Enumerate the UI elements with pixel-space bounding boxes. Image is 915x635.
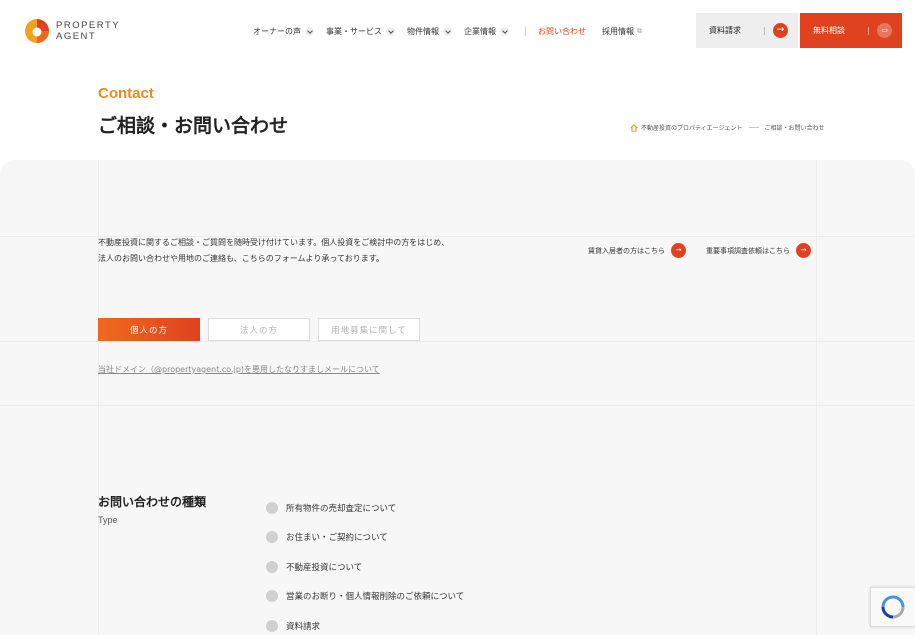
grid-line <box>0 341 915 342</box>
inquirer-tabs: 個人の方 法人の方 用地募集に関して <box>98 318 428 341</box>
inquiry-type-options: 所有物件の売却査定について お住まい・ご契約について 不動産投資について 営業の… <box>266 493 464 635</box>
option-label: 資料請求 <box>286 621 321 632</box>
tab-corporate[interactable]: 法人の方 <box>208 318 310 341</box>
phishing-notice-link[interactable]: 当社ドメイン（@propertyagent.co.jp)を悪用したなりすましメー… <box>98 364 380 375</box>
button-divider <box>764 27 765 35</box>
nav-label: 事業・サービス <box>326 26 382 36</box>
option-label: お住まい・ご契約について <box>286 533 388 544</box>
option-label: 不動産投資について <box>286 562 363 573</box>
grid-line <box>816 160 817 635</box>
chevron-down-icon <box>443 26 452 36</box>
chevron-down-icon <box>305 26 314 36</box>
breadcrumb: 不動産投資のプロパティエージェント ご相談・お問い合わせ <box>630 123 825 132</box>
inquiry-option-decline-sales[interactable]: 営業のお断り・個人情報削除のご依頼について <box>266 582 464 612</box>
radio-button[interactable] <box>266 560 278 573</box>
nav-label: 採用情報 <box>602 26 634 36</box>
nav-label: 物件情報 <box>407 26 439 36</box>
nav-label: オーナーの声 <box>253 26 301 36</box>
home-icon <box>630 123 638 132</box>
logo-text: PROPERTY AGENT <box>56 20 120 42</box>
option-label: 営業のお断り・個人情報削除のご依頼について <box>286 592 465 603</box>
external-link-icon: ⧉ <box>637 26 642 35</box>
side-link-label: 重要事項調査依頼はこちら <box>706 246 790 255</box>
tenant-link[interactable]: 賃貸入居者の方はこちら → <box>588 243 686 258</box>
global-nav: オーナーの声 事業・サービス 物件情報 企業情報 お問い合わせ 採用情報 ⧉ <box>253 0 642 62</box>
breadcrumb-home-link[interactable]: 不動産投資のプロパティエージェント <box>641 123 743 132</box>
recaptcha-badge[interactable] <box>870 587 915 627</box>
inquiry-option-investment[interactable]: 不動産投資について <box>266 552 464 582</box>
chat-bubble-icon: ▭ <box>877 23 892 38</box>
page-eyebrow: Contact <box>98 85 154 102</box>
site-header: PROPERTY AGENT オーナーの声 事業・サービス 物件情報 企業情報 … <box>0 0 915 62</box>
nav-business-services[interactable]: 事業・サービス <box>326 26 395 37</box>
breadcrumb-separator <box>748 127 759 128</box>
grid-line <box>98 160 99 635</box>
logo-mark-icon <box>25 19 49 43</box>
page-title: ご相談・お問い合わせ <box>98 115 289 137</box>
inquiry-option-sale-appraisal[interactable]: 所有物件の売却査定について <box>266 493 464 523</box>
recaptcha-icon <box>881 595 905 619</box>
free-consultation-button[interactable]: 無料相談 ▭ <box>800 13 902 48</box>
breadcrumb-current: ご相談・お問い合わせ <box>764 125 825 132</box>
inquiry-option-residence-contract[interactable]: お住まい・ご契約について <box>266 523 464 553</box>
radio-button[interactable] <box>266 531 278 544</box>
grid-line <box>0 405 915 406</box>
logo-line-2: AGENT <box>56 31 97 42</box>
intro-line-2: 法人のお問い合わせや用地のご連絡も、こちらのフォームより承っております。 <box>98 254 384 263</box>
inquiry-type-title: お問い合わせの種類 <box>98 495 207 509</box>
intro-line-1: 不動産投資に関するご相談・ご質問を随時受け付けています。個人投資をご検討中の方を… <box>98 238 450 247</box>
nav-properties[interactable]: 物件情報 <box>407 26 452 37</box>
request-documents-button[interactable]: 資料請求 → <box>696 13 798 48</box>
button-label: 無料相談 <box>813 26 845 35</box>
company-logo[interactable]: PROPERTY AGENT <box>24 17 124 45</box>
logo-line-1: PROPERTY <box>56 20 121 31</box>
side-link-label: 賃貸入居者の方はこちら <box>588 246 665 255</box>
radio-button[interactable] <box>266 501 278 514</box>
button-divider <box>868 27 869 35</box>
arrow-right-icon: → <box>773 23 788 38</box>
radio-button[interactable] <box>266 619 278 632</box>
option-label: 所有物件の売却査定について <box>286 503 397 514</box>
nav-contact-link[interactable]: お問い合わせ <box>538 26 586 37</box>
arrow-right-icon: → <box>671 243 686 258</box>
nav-label: 企業情報 <box>464 26 496 36</box>
nav-company[interactable]: 企業情報 <box>464 26 509 37</box>
tab-individual[interactable]: 個人の方 <box>98 318 200 341</box>
side-links: 賃貸入居者の方はこちら → 重要事項調査依頼はこちら → <box>588 243 811 258</box>
inquiry-option-documents[interactable]: 資料請求 <box>266 611 464 635</box>
chevron-down-icon <box>386 26 395 36</box>
intro-text: 不動産投資に関するご相談・ご質問を随時受け付けています。個人投資をご検討中の方を… <box>98 235 449 267</box>
inquiry-type-subtitle: Type <box>98 515 118 525</box>
chevron-down-icon <box>500 26 509 36</box>
button-label: 資料請求 <box>709 26 741 35</box>
nav-recruit-link[interactable]: 採用情報 ⧉ <box>602 26 642 37</box>
nav-owners-voice[interactable]: オーナーの声 <box>253 26 314 37</box>
arrow-right-icon: → <box>796 243 811 258</box>
nav-divider <box>525 26 526 36</box>
contact-panel: 不動産投資に関するご相談・ご質問を随時受け付けています。個人投資をご検討中の方を… <box>0 160 915 635</box>
radio-button[interactable] <box>266 590 278 603</box>
important-matters-link[interactable]: 重要事項調査依頼はこちら → <box>706 243 811 258</box>
tab-land-recruitment[interactable]: 用地募集に関して <box>318 318 420 341</box>
